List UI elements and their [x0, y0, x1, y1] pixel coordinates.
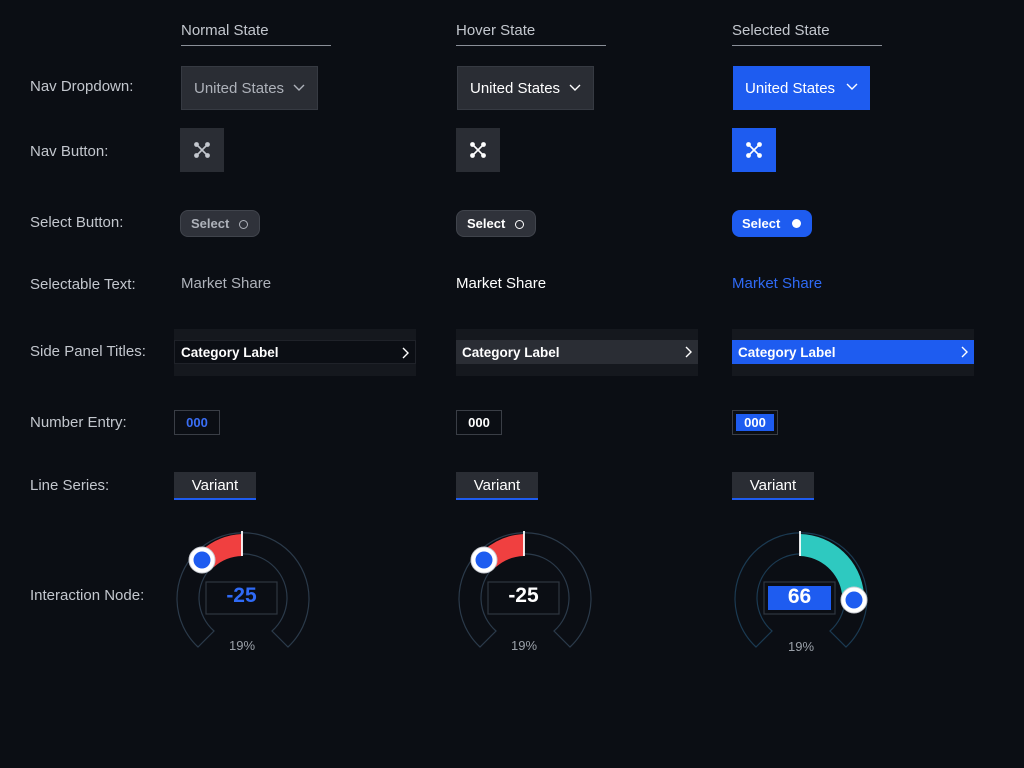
number-entry-hover[interactable]: 000 — [456, 410, 502, 435]
side-panel-hover-container: Category Label — [456, 329, 698, 376]
radio-dot-icon — [239, 220, 248, 229]
nav-button-normal[interactable] — [180, 128, 224, 172]
side-panel-normal-container: Category Label — [174, 329, 416, 376]
row-label-select-button: Select Button: — [30, 214, 124, 231]
chevron-right-icon — [961, 346, 968, 358]
knob-value: -25 — [508, 584, 539, 607]
chevron-right-icon — [685, 346, 692, 358]
nav-button-hover[interactable] — [456, 128, 500, 172]
network-nodes-icon — [470, 142, 486, 158]
nav-dropdown-selected[interactable]: United States — [733, 66, 870, 110]
knob-percent: 19% — [229, 638, 256, 653]
column-header-normal: Normal State — [181, 22, 331, 46]
row-label-side-panel-titles: Side Panel Titles: — [30, 343, 146, 360]
number-entry-selected[interactable]: 000 — [732, 410, 778, 435]
select-button-hover[interactable]: Select — [456, 210, 536, 237]
column-header-selected: Selected State — [732, 22, 882, 46]
nav-dropdown-value: United States — [194, 79, 285, 97]
nav-dropdown-value: United States — [470, 79, 561, 97]
knob-handle-icon[interactable] — [193, 551, 211, 569]
select-button-label: Select — [191, 216, 230, 231]
interaction-node-hover[interactable]: -25 19% — [444, 525, 604, 665]
column-header-hover: Hover State — [456, 22, 606, 46]
row-label-nav-dropdown: Nav Dropdown: — [30, 78, 134, 95]
knob-value: -25 — [226, 584, 257, 607]
row-label-line-series: Line Series: — [30, 477, 110, 494]
nav-dropdown-hover[interactable]: United States — [457, 66, 594, 110]
chevron-down-icon — [293, 84, 305, 91]
knob-percent: 19% — [788, 639, 815, 654]
nav-button-selected[interactable] — [732, 128, 776, 172]
chevron-right-icon — [402, 347, 409, 359]
row-label-interaction-node: Interaction Node: — [30, 587, 145, 604]
select-button-selected[interactable]: Select — [732, 210, 812, 237]
side-panel-label: Category Label — [462, 344, 560, 360]
line-series-variant-hover[interactable]: Variant — [456, 472, 538, 500]
side-panel-label: Category Label — [181, 344, 279, 360]
line-series-variant-selected[interactable]: Variant — [732, 472, 814, 500]
side-panel-title-hover[interactable]: Category Label — [456, 340, 698, 364]
number-entry-normal[interactable]: 000 — [174, 410, 220, 435]
select-button-normal[interactable]: Select — [180, 210, 260, 237]
nav-dropdown-normal[interactable]: United States — [181, 66, 318, 110]
chevron-down-icon — [569, 84, 581, 91]
selectable-text-hover[interactable]: Market Share — [456, 275, 546, 292]
select-button-label: Select — [467, 216, 506, 231]
select-button-label: Select — [742, 216, 781, 231]
knob-percent: 19% — [511, 638, 538, 653]
interaction-node-normal[interactable]: -25 19% — [162, 525, 322, 665]
selectable-text-normal[interactable]: Market Share — [181, 275, 271, 292]
row-label-nav-button: Nav Button: — [30, 143, 109, 160]
radio-dot-icon — [792, 219, 801, 228]
side-panel-title-selected[interactable]: Category Label — [732, 340, 974, 364]
radio-dot-icon — [515, 220, 524, 229]
knob-handle-icon[interactable] — [475, 551, 493, 569]
row-label-selectable-text: Selectable Text: — [30, 276, 136, 293]
line-series-variant-normal[interactable]: Variant — [174, 472, 256, 500]
side-panel-label: Category Label — [738, 344, 836, 360]
network-nodes-icon — [746, 142, 762, 158]
row-label-number-entry: Number Entry: — [30, 414, 127, 431]
side-panel-selected-container: Category Label — [732, 329, 974, 376]
nav-dropdown-value: United States — [745, 79, 836, 97]
chevron-down-icon — [846, 83, 858, 90]
network-nodes-icon — [194, 142, 210, 158]
knob-value: 66 — [787, 585, 812, 608]
interaction-node-selected[interactable]: 66 19% — [720, 525, 880, 665]
side-panel-title-normal[interactable]: Category Label — [174, 340, 416, 364]
selectable-text-selected[interactable]: Market Share — [732, 275, 822, 292]
knob-handle-icon[interactable] — [845, 591, 863, 609]
number-entry-value: 000 — [736, 414, 774, 431]
